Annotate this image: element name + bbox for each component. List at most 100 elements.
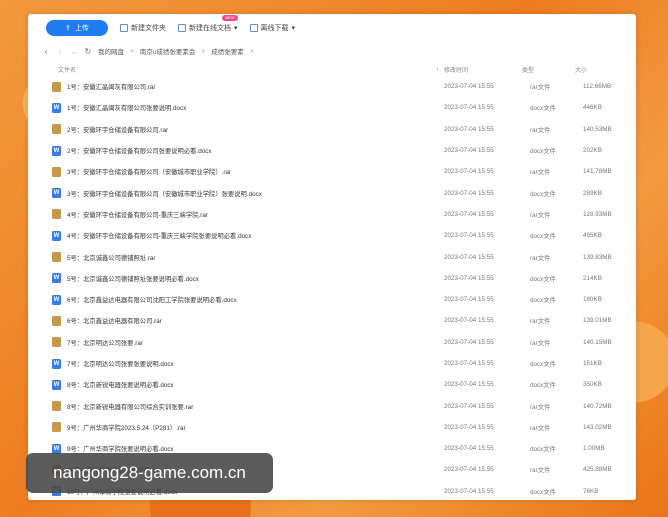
table-row[interactable]: 4号：安徽环宇仓储设备有限公司-重庆三峡学院.rar 2023-07-04 15:… xyxy=(28,204,636,225)
table-row[interactable]: W 6号：北京鑫益达电器有限公司沈阳工学院张要说明必看.docx 2023-07-0… xyxy=(28,289,636,310)
folder-icon xyxy=(120,24,128,32)
file-size: 140.72MB xyxy=(583,402,612,410)
refresh-icon[interactable]: ↻ xyxy=(84,47,92,56)
table-row[interactable]: 5号：北京诚鑫公司德铺照址.rar 2023-07-04 15:55 rar文件 13… xyxy=(28,246,636,267)
file-type: docx文件 xyxy=(530,488,556,496)
new-online-doc-button[interactable]: 新建在线文档 ▾ NEW xyxy=(178,15,238,33)
new-folder-button[interactable]: 新建文件夹 xyxy=(120,23,166,33)
chevron-down-icon: ▾ xyxy=(291,25,296,32)
table-row[interactable]: 2号：安徽环宇仓储设备有限公司.rar 2023-07-04 15:55 rar文件… xyxy=(28,119,636,140)
file-size: 180KB xyxy=(583,296,602,304)
file-modified-time: 2023-07-04 15:55 xyxy=(444,338,494,346)
table-row[interactable]: W 8号：北京新锐电器张要说明必看.docx 2023-07-04 15:55 doc… xyxy=(28,374,636,395)
file-type: rar文件 xyxy=(530,318,551,326)
rar-file-icon xyxy=(52,401,61,412)
table-row[interactable]: 3号：安徽环宇仓储设备有限公司（安徽城市职业学院）.rar 2023-07-04 … xyxy=(28,161,636,182)
new-badge: NEW xyxy=(222,15,238,21)
file-name[interactable]: 1号：安徽汇晶闽灰有限公司张要说明.docx xyxy=(67,103,444,112)
file-size: 128.93MB xyxy=(583,210,612,218)
table-row[interactable]: 6号：北京鑫益达电器有限公司.rar 2023-07-04 15:55 rar文件 1… xyxy=(28,310,636,331)
upload-button[interactable]: ⇪ 上传 xyxy=(46,20,108,36)
breadcrumb-separator: > xyxy=(249,47,254,55)
file-modified-time: 2023-07-04 15:55 xyxy=(444,445,494,453)
file-type: rar文件 xyxy=(530,126,551,134)
file-type: docx文件 xyxy=(530,446,556,454)
docx-file-icon: W xyxy=(52,294,61,305)
file-name[interactable]: 3号：安徽环宇仓储设备有限公司（安徽城市职业学院）.rar xyxy=(67,167,444,176)
breadcrumb-item[interactable]: 我的网盘 xyxy=(98,46,124,56)
docx-file-icon: W xyxy=(52,145,61,156)
file-type: rar文件 xyxy=(530,403,551,411)
column-header-name[interactable]: 文件名 xyxy=(58,65,436,74)
file-name[interactable]: 6号：北京鑫益达电器有限公司沈阳工学院张要说明必看.docx xyxy=(67,295,444,304)
table-row[interactable]: W 1号：安徽汇晶闽灰有限公司张要说明.docx 2023-07-04 15:55 d… xyxy=(28,97,636,118)
table-row[interactable]: 7号：北京明达公司张要.rar 2023-07-04 15:55 rar文件 140.… xyxy=(28,332,636,353)
column-header-time[interactable]: 修改时间 xyxy=(444,65,522,74)
file-type: rar文件 xyxy=(530,169,551,177)
file-name[interactable]: 6号：北京鑫益达电器有限公司.rar xyxy=(67,316,444,325)
file-type: docx文件 xyxy=(530,382,556,390)
document-icon xyxy=(178,24,186,32)
column-header-type[interactable]: 类型 xyxy=(522,65,575,74)
file-name[interactable]: 7号：北京明达公司张要张要说明.docx xyxy=(67,359,444,368)
table-body: 1号：安徽汇晶闽灰有限公司.rar 2023-07-04 15:55 rar文件 11… xyxy=(28,76,636,500)
file-name[interactable]: 9号：广州华商学院张要说明必看.docx xyxy=(67,444,444,453)
file-name[interactable]: 1号：安徽汇晶闽灰有限公司.rar xyxy=(67,82,444,91)
file-modified-time: 2023-07-04 15:55 xyxy=(444,360,494,367)
file-name[interactable]: 5号：北京诚鑫公司德铺照址张要说明必看.docx xyxy=(67,274,444,283)
breadcrumb-item[interactable]: 南京u成绩张要素会 xyxy=(140,46,196,56)
rar-file-icon xyxy=(52,337,61,348)
file-modified-time: 2023-07-04 15:55 xyxy=(444,189,494,197)
table-row[interactable]: W 4号：安徽环宇仓储设备有限公司-重庆三峡学院张要说明必看.docx 2023-0… xyxy=(28,225,636,246)
file-type: rar文件 xyxy=(530,254,551,262)
file-size: 143.02MB xyxy=(583,423,612,431)
file-modified-time: 2023-07-04 15:55 xyxy=(444,402,494,410)
file-size: 425.88MB xyxy=(583,466,612,474)
upload-icon: ⇪ xyxy=(65,25,71,32)
table-row[interactable]: W 2号：安徽环宇仓储设备有限公司张要说明必看.docx 2023-07-04 15… xyxy=(28,140,636,161)
table-row[interactable]: W 7号：北京明达公司张要张要说明.docx 2023-07-04 15:55 doc… xyxy=(28,353,636,374)
file-size: 1.00MB xyxy=(583,445,605,453)
file-size: 141.78MB xyxy=(583,168,612,176)
file-name[interactable]: 4号：安徽环宇仓储设备有限公司-重庆三峡学院张要说明必看.docx xyxy=(67,231,444,240)
table-row[interactable]: 9号：广州华商学院2023.5.24（P281）.rar 2023-07-04 1… xyxy=(28,417,636,438)
file-size: 151KB xyxy=(583,360,602,367)
file-type: docx文件 xyxy=(530,148,556,156)
toolbar: ⇪ 上传 新建文件夹 新建在线文档 ▾ NEW 离线下载 ▾ xyxy=(28,14,636,42)
forward-arrow-icon[interactable]: › xyxy=(56,47,64,56)
breadcrumb-item[interactable]: 成绩张要素 xyxy=(211,46,244,56)
file-size: 214KB xyxy=(583,274,602,282)
file-name[interactable]: 4号：安徽环宇仓储设备有限公司-重庆三峡学院.rar xyxy=(67,210,444,219)
file-modified-time: 2023-07-04 15:55 xyxy=(444,317,494,325)
file-name[interactable]: 9号：广州华商学院2023.5.24（P281）.rar xyxy=(67,423,444,432)
table-row[interactable]: W 3号：安徽环宇仓储设备有限公司（安徽城市职业学院）张要说明.docx 2023-… xyxy=(28,182,636,203)
sort-arrow-icon[interactable]: ↓ xyxy=(436,66,444,72)
file-size: 289KB xyxy=(583,189,602,197)
docx-file-icon: W xyxy=(52,273,61,284)
file-name[interactable]: 2号：安徽环宇仓储设备有限公司张要说明必看.docx xyxy=(67,146,444,155)
file-size: 350KB xyxy=(583,381,602,389)
table-row[interactable]: W 5号：北京诚鑫公司德铺照址张要说明必看.docx 2023-07-04 15:5… xyxy=(28,268,636,289)
file-modified-time: 2023-07-04 15:55 xyxy=(444,147,494,155)
file-name[interactable]: 7号：北京明达公司张要.rar xyxy=(67,338,444,347)
chevron-down-icon[interactable]: ⌄ xyxy=(70,47,78,56)
file-name[interactable]: 2号：安徽环宇仓储设备有限公司.rar xyxy=(67,125,444,134)
file-type: docx文件 xyxy=(530,297,556,305)
column-header-size[interactable]: 大小 xyxy=(575,65,625,74)
file-name[interactable]: 5号：北京诚鑫公司德铺照址.rar xyxy=(67,253,444,262)
table-row[interactable]: 8号：北京新锐电器有限公司综合实训张要.rar 2023-07-04 15:55 r… xyxy=(28,395,636,416)
file-modified-time: 2023-07-04 15:55 xyxy=(444,125,494,133)
file-modified-time: 2023-07-04 15:55 xyxy=(444,381,494,389)
back-arrow-icon[interactable]: ‹ xyxy=(42,47,50,56)
offline-download-button[interactable]: 离线下载 ▾ xyxy=(249,23,296,33)
breadcrumb: ‹ › ⌄ ↻ 我的网盘 > 南京u成绩张要素会 > 成绩张要素 > xyxy=(28,42,636,60)
file-name[interactable]: 8号：北京新锐电器张要说明必看.docx xyxy=(67,380,444,389)
docx-file-icon: W xyxy=(52,358,61,369)
docx-file-icon: W xyxy=(52,230,61,241)
breadcrumb-separator: > xyxy=(201,47,206,55)
file-modified-time: 2023-07-04 15:55 xyxy=(444,466,494,474)
table-row[interactable]: 1号：安徽汇晶闽灰有限公司.rar 2023-07-04 15:55 rar文件 11… xyxy=(28,76,636,97)
file-name[interactable]: 8号：北京新锐电器有限公司综合实训张要.rar xyxy=(67,402,444,411)
rar-file-icon xyxy=(52,166,61,177)
file-name[interactable]: 3号：安徽环宇仓储设备有限公司（安徽城市职业学院）张要说明.docx xyxy=(67,189,444,198)
